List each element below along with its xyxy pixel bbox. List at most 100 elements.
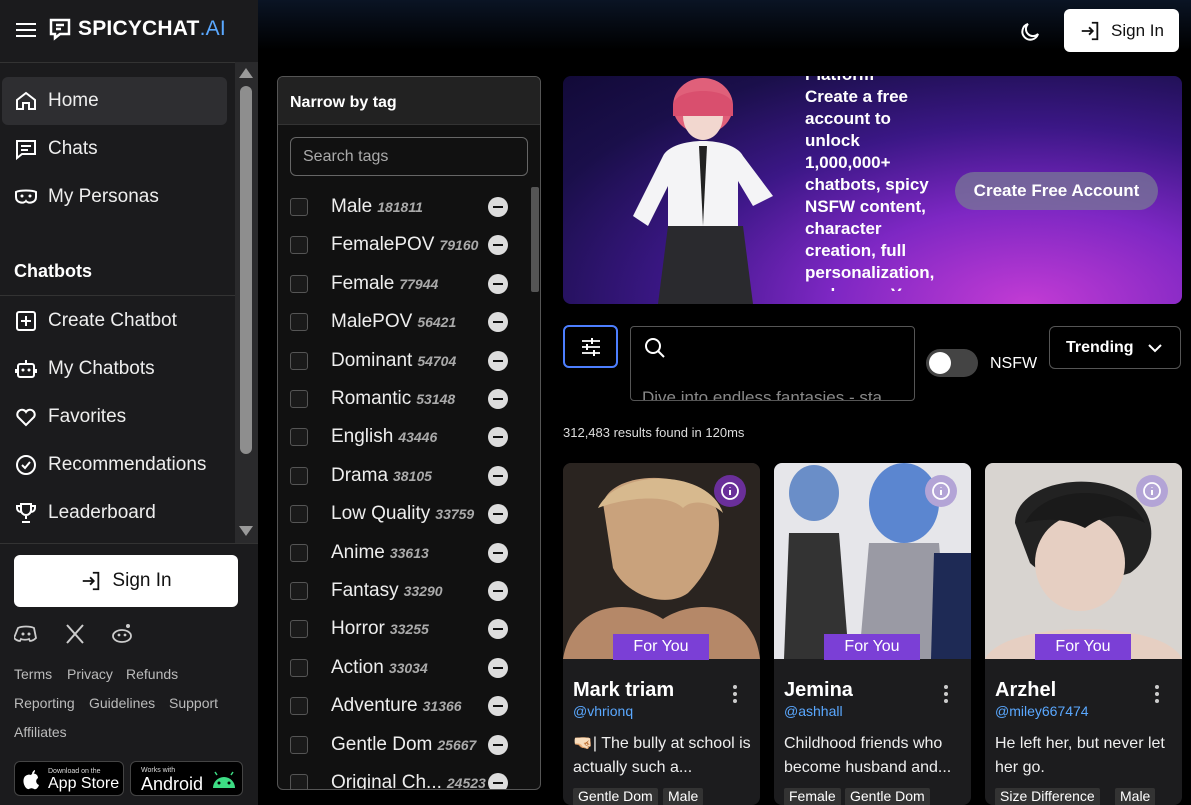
search-box[interactable]: Dive into endless fantasies - sta <box>630 326 915 401</box>
nav-item-recommendations[interactable]: Recommendations <box>2 441 227 489</box>
tag-checkbox[interactable] <box>290 735 308 754</box>
creator-handle[interactable]: @ashhall <box>784 703 843 719</box>
tag-checkbox[interactable] <box>290 236 308 255</box>
exclude-tag-icon[interactable] <box>488 542 508 563</box>
exclude-tag-icon[interactable] <box>488 657 508 678</box>
tag-row[interactable]: MalePOV 56421 <box>278 306 540 338</box>
exclude-tag-icon[interactable] <box>488 504 508 525</box>
nav-item-create-chatbot[interactable]: Create Chatbot <box>2 297 227 345</box>
sort-dropdown[interactable]: Trending <box>1049 326 1181 369</box>
exclude-tag-icon[interactable] <box>488 734 508 755</box>
android-badge[interactable]: Works with Android <box>130 761 243 796</box>
discord-icon[interactable] <box>14 623 38 645</box>
card-tag[interactable]: Male <box>1115 788 1156 805</box>
info-button[interactable] <box>714 475 746 507</box>
sidebar-scroll-thumb[interactable] <box>240 86 252 454</box>
menu-icon[interactable] <box>16 20 36 40</box>
header-signin-button[interactable]: Sign In <box>1064 9 1179 52</box>
filter-button[interactable] <box>563 325 618 368</box>
tag-row[interactable]: Anime 33613 <box>278 537 540 569</box>
tag-row[interactable]: Romantic 53148 <box>278 383 540 415</box>
card-tag[interactable]: Size Difference <box>995 788 1100 805</box>
character-card[interactable]: For You Mark triam @vhrionq 🤜🏻| The bull… <box>563 463 760 805</box>
tag-row[interactable]: Horror 33255 <box>278 613 540 645</box>
tag-checkbox[interactable] <box>290 697 308 716</box>
exclude-tag-icon[interactable] <box>488 312 508 333</box>
exclude-tag-icon[interactable] <box>488 773 508 789</box>
x-twitter-icon[interactable] <box>63 623 87 645</box>
tag-row[interactable]: Male 181811 <box>278 191 540 223</box>
tag-checkbox[interactable] <box>290 313 308 332</box>
reddit-icon[interactable] <box>110 623 134 645</box>
more-options-icon[interactable] <box>1155 685 1159 705</box>
nav-item-my-chatbots[interactable]: My Chatbots <box>2 345 227 393</box>
exclude-tag-icon[interactable] <box>488 619 508 640</box>
more-options-icon[interactable] <box>733 685 737 705</box>
tag-row[interactable]: Original Ch... 24523 <box>278 767 540 789</box>
exclude-tag-icon[interactable] <box>488 350 508 371</box>
exclude-tag-icon[interactable] <box>488 197 508 217</box>
nav-item-chats[interactable]: Chats <box>2 125 227 173</box>
card-tag[interactable]: Female <box>784 788 841 805</box>
tag-checkbox[interactable] <box>290 390 308 408</box>
tag-row[interactable]: Female 77944 <box>278 268 540 300</box>
nav-item-favorites[interactable]: Favorites <box>2 393 227 441</box>
creator-handle[interactable]: @vhrionq <box>573 703 633 719</box>
tag-row[interactable]: Low Quality 33759 <box>278 498 540 530</box>
nav-item-home[interactable]: Home <box>2 77 227 125</box>
tag-checkbox[interactable] <box>290 620 308 639</box>
tag-checkbox[interactable] <box>290 274 308 293</box>
tag-list-scrollbar[interactable] <box>531 187 539 292</box>
exclude-tag-icon[interactable] <box>488 273 508 294</box>
tag-checkbox[interactable] <box>290 658 308 677</box>
footer-link-guidelines[interactable]: Guidelines <box>89 695 155 711</box>
tag-row[interactable]: Gentle Dom 25667 <box>278 729 540 761</box>
scroll-down-icon[interactable] <box>239 526 253 536</box>
card-tag[interactable]: Gentle Dom <box>573 788 658 805</box>
creator-handle[interactable]: @miley667474 <box>995 703 1089 719</box>
exclude-tag-icon[interactable] <box>488 581 508 601</box>
footer-link-refunds[interactable]: Refunds <box>126 666 178 682</box>
tag-row[interactable]: FemalePOV 79160 <box>278 229 540 261</box>
more-options-icon[interactable] <box>944 685 948 705</box>
tag-row[interactable]: English 43446 <box>278 421 540 453</box>
exclude-tag-icon[interactable] <box>488 696 508 717</box>
app-store-badge[interactable]: Download on the App Store <box>14 761 124 796</box>
tag-checkbox[interactable] <box>290 582 308 600</box>
exclude-tag-icon[interactable] <box>488 427 508 448</box>
tag-row[interactable]: Fantasy 33290 <box>278 575 540 607</box>
footer-link-reporting[interactable]: Reporting <box>14 695 75 711</box>
tag-row[interactable]: Dominant 54704 <box>278 345 540 377</box>
info-button[interactable] <box>1136 475 1168 507</box>
tag-checkbox[interactable] <box>290 543 308 562</box>
card-tag[interactable]: Gentle Dom <box>845 788 930 805</box>
footer-link-terms[interactable]: Terms <box>14 666 52 682</box>
footer-link-affiliates[interactable]: Affiliates <box>14 724 67 740</box>
nav-item-personas[interactable]: My Personas <box>2 173 227 221</box>
tag-row[interactable]: Action 33034 <box>278 652 540 684</box>
exclude-tag-icon[interactable] <box>488 389 508 409</box>
nsfw-toggle[interactable] <box>926 349 978 377</box>
footer-link-privacy[interactable]: Privacy <box>67 666 113 682</box>
tag-checkbox[interactable] <box>290 505 308 524</box>
tag-search-input[interactable] <box>290 137 528 176</box>
exclude-tag-icon[interactable] <box>488 465 508 486</box>
sidebar-signin-button[interactable]: Sign In <box>14 555 238 607</box>
tag-row[interactable]: Adventure 31366 <box>278 690 540 722</box>
character-card[interactable]: For You Arzhel @miley667474 He left her,… <box>985 463 1182 805</box>
footer-link-support[interactable]: Support <box>169 695 218 711</box>
nav-item-leaderboard[interactable]: Leaderboard <box>2 489 227 537</box>
exclude-tag-icon[interactable] <box>488 235 508 256</box>
tag-checkbox[interactable] <box>290 428 308 447</box>
tag-checkbox[interactable] <box>290 351 308 370</box>
card-tag[interactable]: Male <box>663 788 704 805</box>
dark-mode-icon[interactable] <box>1018 20 1042 44</box>
info-button[interactable] <box>925 475 957 507</box>
tag-row[interactable]: Drama 38105 <box>278 460 540 492</box>
tag-checkbox[interactable] <box>290 466 308 485</box>
character-card[interactable]: For You Jemina @ashhall Childhood friend… <box>774 463 971 805</box>
tag-checkbox[interactable] <box>290 198 308 216</box>
logo-text[interactable]: SPICYCHAT.AI <box>78 17 226 41</box>
scroll-up-icon[interactable] <box>239 68 253 78</box>
tag-checkbox[interactable] <box>290 774 308 789</box>
